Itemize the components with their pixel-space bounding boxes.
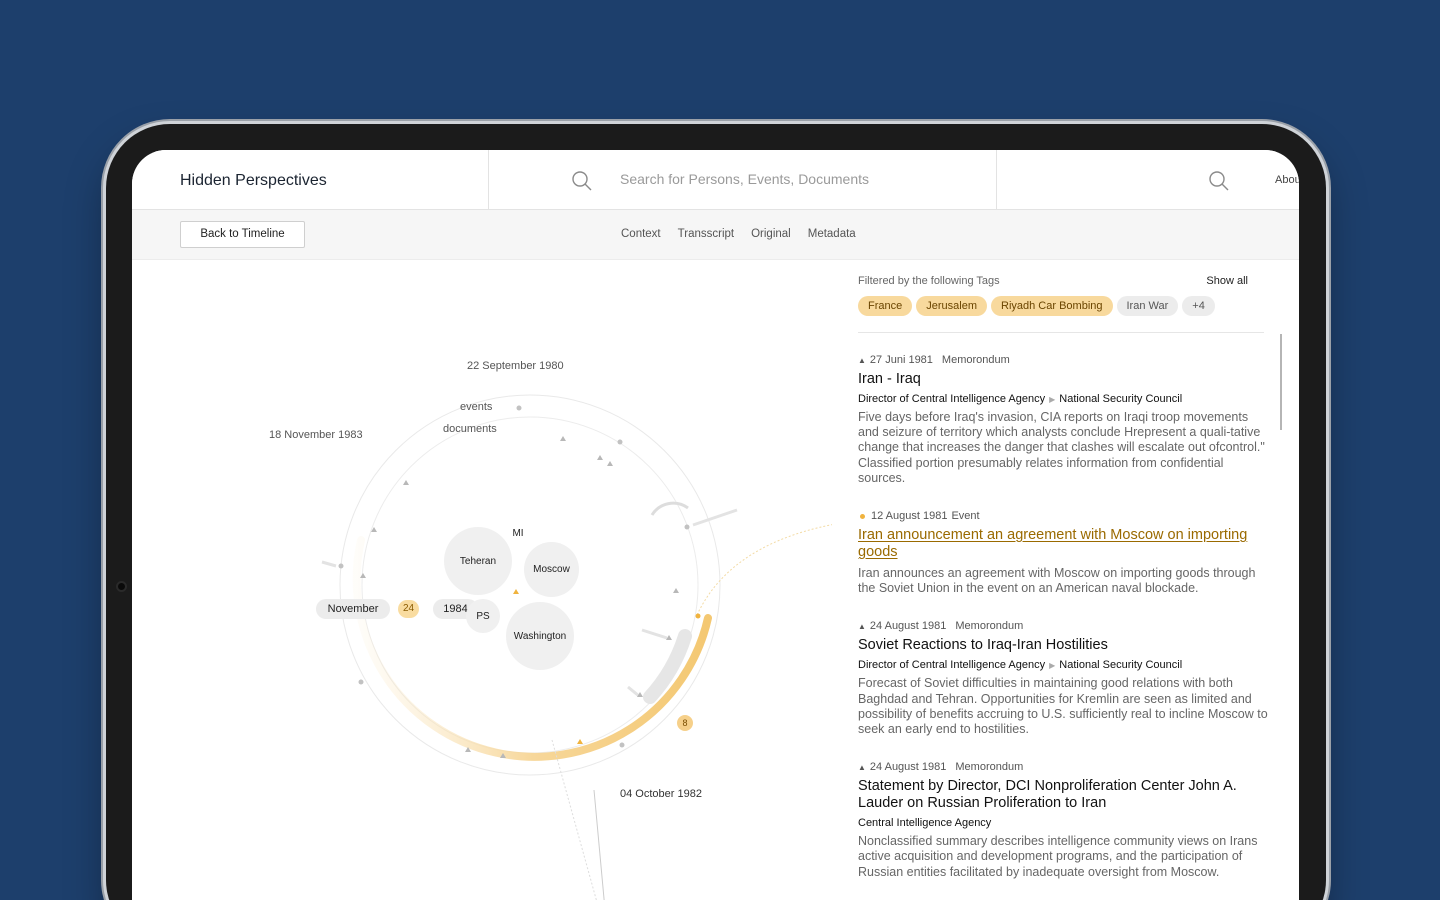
- entry-description: Forecast of Soviet difficulties in maint…: [858, 676, 1268, 737]
- tick-mark: [641, 628, 668, 640]
- entry-description: Five days before Iraq's invasion, CIA re…: [858, 410, 1265, 485]
- entry-source: Director of Central Intelligence Agency …: [858, 659, 1268, 671]
- entry-title[interactable]: Soviet Reactions to Iraq-Iran Hostilitie…: [858, 637, 1268, 654]
- entry-date: 27 Juni 1981: [869, 354, 933, 366]
- divider: [996, 150, 997, 210]
- location-bubble-washington[interactable]: Washington: [506, 602, 574, 670]
- show-all-link[interactable]: Show all: [1206, 275, 1248, 287]
- front-camera: [116, 581, 127, 592]
- location-bubble-teheran[interactable]: Teheran: [444, 527, 512, 595]
- ring-label-documents: documents: [443, 423, 497, 435]
- document-icon: ▲: [858, 355, 866, 365]
- tag-more[interactable]: +4: [1182, 296, 1215, 316]
- tab-metadata[interactable]: Metadata: [808, 228, 856, 240]
- tag-list: France Jerusalem Riyadh Car Bombing Iran…: [858, 296, 1219, 316]
- divider: [488, 150, 489, 210]
- list-item[interactable]: ▲ 24 August 1981 Memorondum Soviet React…: [858, 618, 1268, 737]
- app-title[interactable]: Hidden Perspectives: [180, 172, 327, 190]
- month-selector[interactable]: November: [316, 599, 390, 619]
- document-icon: ▲: [858, 762, 866, 772]
- list-item[interactable]: 12 August 1981 Event Iran announcement a…: [858, 508, 1268, 596]
- tick-mark: [650, 501, 689, 516]
- entry-date: 24 August 1981: [869, 620, 947, 633]
- location-bubble-moscow[interactable]: Moscow: [524, 542, 579, 597]
- entry-type: Memorondum: [955, 620, 1024, 633]
- tag-iran-war[interactable]: Iran War: [1116, 296, 1179, 316]
- entry-from: Central Intelligence Agency: [858, 817, 992, 830]
- search-input[interactable]: Search for Persons, Events, Documents: [620, 171, 869, 187]
- back-to-timeline-button[interactable]: Back to Timeline: [180, 221, 305, 248]
- entry-source: Central Intelligence Agency: [858, 817, 1268, 829]
- document-toolbar: Back to Timeline Context Transscript Ori…: [132, 210, 1299, 260]
- arrow-right-icon: ▶: [1049, 660, 1056, 670]
- app-screen: Hidden Perspectives Search for Persons, …: [132, 150, 1299, 900]
- tick-mark: [627, 685, 640, 698]
- event-count-badge[interactable]: 8: [677, 715, 693, 731]
- arrow-right-icon: ▶: [1049, 394, 1056, 404]
- scrollbar-thumb[interactable]: [1280, 334, 1282, 430]
- entry-title-link[interactable]: Iran announcement an agreement with Mosc…: [858, 527, 1268, 561]
- entry-date: 12 August 1981: [871, 510, 948, 523]
- entry-list: ▲ 27 Juni 1981 Memorondum Iran - Iraq Di…: [858, 352, 1268, 900]
- document-tabs: Context Transscript Original Metadata: [621, 228, 856, 240]
- tag-france[interactable]: France: [858, 296, 913, 316]
- tag-jerusalem[interactable]: Jerusalem: [916, 296, 987, 316]
- entry-meta: ▲ 24 August 1981 Memorondum: [858, 618, 1268, 634]
- location-bubble-mi[interactable]: MI: [507, 522, 529, 544]
- results-panel: Filtered by the following Tags Show all …: [858, 260, 1282, 900]
- date-label-top: 22 September 1980: [467, 360, 564, 372]
- entry-description: Iran announces an agreement with Moscow …: [858, 566, 1256, 596]
- search-icon[interactable]: [571, 170, 593, 192]
- tab-transscript[interactable]: Transscript: [678, 228, 734, 240]
- tab-original[interactable]: Original: [751, 228, 791, 240]
- entry-meta: ▲ 24 August 1981 Memorondum: [858, 759, 1268, 775]
- entry-type: Memorondum: [955, 761, 1024, 774]
- event-icon: [860, 513, 865, 519]
- list-item[interactable]: ▲ 27 Juni 1981 Memorondum Iran - Iraq Di…: [858, 352, 1268, 486]
- context-visualization: 22 September 1980 events documents 18 No…: [132, 260, 832, 900]
- entry-meta: ▲ 27 Juni 1981 Memorondum: [858, 352, 1268, 368]
- list-item[interactable]: ▲ 24 August 1981 Memorondum Statement by…: [858, 759, 1268, 880]
- document-icon: ▲: [858, 621, 866, 631]
- event-connector: [551, 739, 597, 900]
- top-navigation: Hidden Perspectives Search for Persons, …: [132, 150, 1299, 210]
- search-icon[interactable]: [1208, 170, 1230, 192]
- tab-context[interactable]: Context: [621, 228, 661, 240]
- date-pointer: [593, 789, 605, 900]
- entry-title[interactable]: Iran - Iraq: [858, 371, 1268, 388]
- entry-title[interactable]: Statement by Director, DCI Nonproliferat…: [858, 778, 1268, 812]
- about-link[interactable]: About: [1275, 174, 1299, 186]
- filter-heading: Filtered by the following Tags: [858, 275, 1000, 287]
- entry-meta: 12 August 1981 Event: [858, 508, 1268, 524]
- tick-mark: [692, 508, 738, 527]
- date-label-bottom: 04 October 1982: [620, 788, 702, 800]
- document-markers: [360, 436, 679, 758]
- day-selector[interactable]: 24: [398, 600, 419, 618]
- entry-date: 24 August 1981: [869, 761, 947, 774]
- date-label-left: 18 November 1983: [269, 429, 363, 441]
- entry-from: Director of Central Intelligence Agency: [858, 659, 1046, 672]
- entry-type: Event: [951, 510, 980, 523]
- entry-connector: [696, 524, 832, 616]
- location-bubble-ps[interactable]: PS: [466, 599, 500, 633]
- entry-to: National Security Council: [1059, 659, 1183, 672]
- entry-to: National Security Council: [1059, 393, 1183, 405]
- entry-source: Director of Central Intelligence Agency …: [858, 393, 1268, 405]
- tag-riyadh-car-bombing[interactable]: Riyadh Car Bombing: [991, 296, 1113, 316]
- divider: [858, 332, 1264, 333]
- ring-label-events: events: [460, 401, 493, 413]
- event-dots: [338, 405, 690, 748]
- tick-mark: [321, 560, 337, 568]
- entry-type: Memorondum: [941, 354, 1010, 366]
- entry-from: Director of Central Intelligence Agency: [858, 393, 1046, 405]
- entry-description: Nonclassified summary describes intellig…: [858, 834, 1258, 879]
